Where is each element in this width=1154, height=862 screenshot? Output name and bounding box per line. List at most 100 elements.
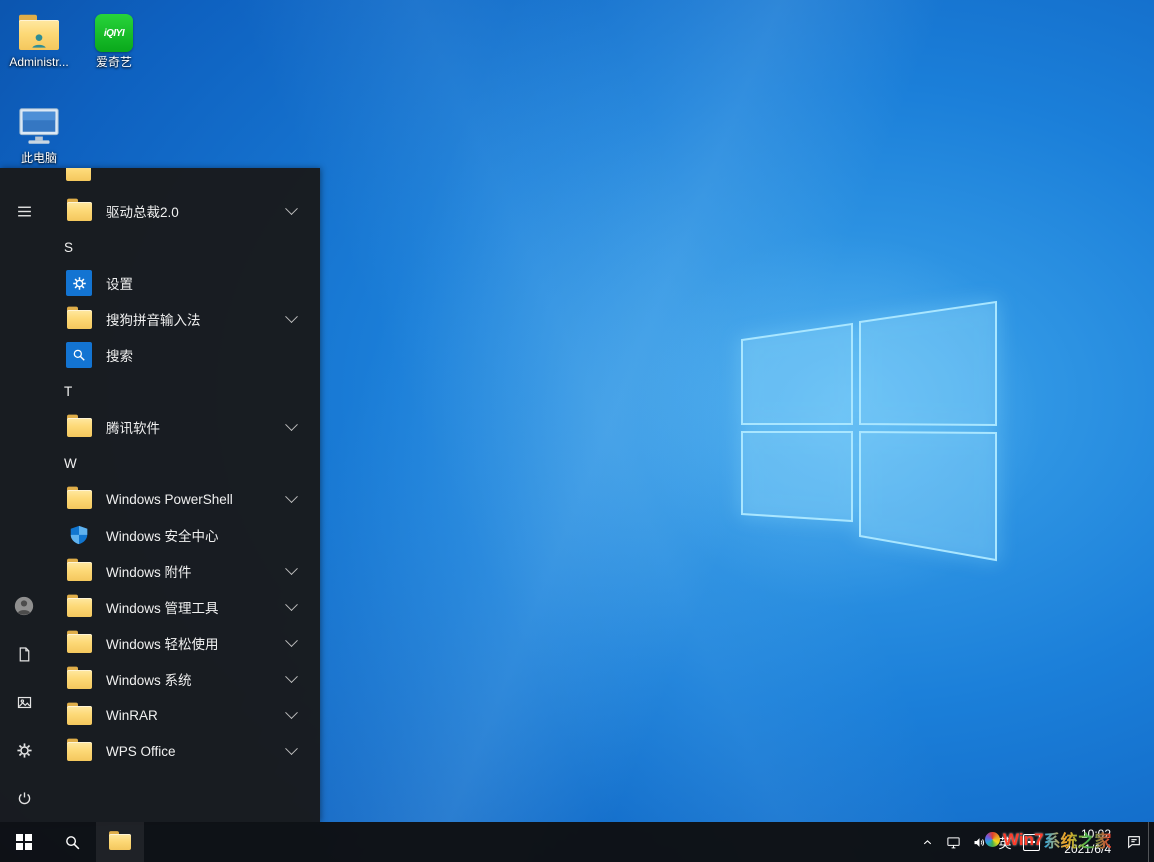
pictures-button[interactable] (0, 678, 48, 726)
chevron-down-icon[interactable] (285, 562, 298, 575)
folder-icon (67, 670, 92, 689)
chevron-down-icon[interactable] (285, 490, 298, 503)
start-app-item[interactable]: Windows 系统 (48, 661, 320, 697)
desktop-icon-this-pc[interactable]: 此电脑 (2, 102, 76, 165)
user-account-button[interactable] (0, 582, 48, 630)
start-app-item[interactable]: 搜索 (48, 337, 320, 373)
chevron-down-icon[interactable] (285, 310, 298, 323)
folder-icon (67, 706, 92, 725)
start-app-item[interactable]: WPS Office (48, 733, 320, 769)
person-icon (29, 31, 49, 51)
search-app-icon (66, 342, 92, 368)
ime-mode-button[interactable] (1018, 822, 1044, 862)
hamburger-menu-icon (16, 203, 33, 220)
app-label: 搜狗拼音输入法 (106, 309, 201, 329)
start-menu-rail (0, 168, 48, 822)
desktop-icon-label: 此电脑 (2, 152, 76, 165)
start-menu: 驱动总裁2.0 S 设置搜狗拼音输入法搜索 T 腾讯软件 W Windows PowerSh… (0, 168, 320, 822)
chevron-down-icon[interactable] (285, 706, 298, 719)
start-app-list: 驱动总裁2.0 S 设置搜狗拼音输入法搜索 T 腾讯软件 W Windows PowerSh… (48, 193, 320, 769)
iqiyi-icon: iQIYI (95, 14, 133, 52)
start-button[interactable] (0, 822, 48, 862)
ime-language-indicator[interactable]: 英 (992, 822, 1018, 862)
chevron-down-icon[interactable] (285, 202, 298, 215)
app-label: Windows 管理工具 (106, 597, 219, 617)
app-label: 驱动总裁2.0 (106, 201, 179, 221)
start-app-item[interactable]: Windows 管理工具 (48, 589, 320, 625)
ime-mode-icon (1023, 834, 1040, 851)
network-status-button[interactable] (940, 822, 966, 862)
windows-start-icon (16, 834, 32, 850)
settings-button[interactable] (0, 726, 48, 774)
chevron-down-icon[interactable] (285, 742, 298, 755)
chevron-down-icon[interactable] (285, 598, 298, 611)
settings-gear-icon (66, 270, 92, 296)
start-app-item[interactable]: Windows 安全中心 (48, 517, 320, 553)
folder-icon (67, 310, 92, 329)
folder-icon (67, 742, 92, 761)
desktop-icon-label: 爱奇艺 (77, 56, 151, 69)
chevron-down-icon[interactable] (285, 634, 298, 647)
start-app-item[interactable]: 驱动总裁2.0 (48, 193, 320, 229)
pictures-icon (16, 694, 33, 711)
chevron-down-icon[interactable] (285, 670, 298, 683)
power-button[interactable] (0, 774, 48, 822)
network-ethernet-icon (946, 835, 961, 850)
folder-icon (67, 634, 92, 653)
app-label: WinRAR (106, 708, 158, 723)
show-desktop-strip[interactable] (1148, 822, 1154, 862)
search-icon (64, 834, 81, 851)
app-section-header[interactable]: W (48, 445, 320, 481)
app-section-header[interactable]: T (48, 373, 320, 409)
folder-icon (67, 598, 92, 617)
file-explorer-icon (109, 834, 131, 850)
tray-date: 2021/6/4 (1064, 842, 1111, 857)
action-center-button[interactable] (1120, 822, 1148, 862)
folder-icon (67, 562, 92, 581)
app-label: Windows PowerShell (106, 492, 233, 507)
documents-icon (16, 646, 33, 663)
computer-icon (16, 104, 62, 148)
taskbar-clock[interactable]: 10:02 2021/6/4 (1044, 822, 1120, 862)
start-app-item[interactable]: WinRAR (48, 697, 320, 733)
gear-icon (16, 742, 33, 759)
desktop-icon-administrator[interactable]: Administr... (2, 6, 76, 69)
tray-expand-button[interactable] (914, 822, 940, 862)
app-section-header[interactable]: S (48, 229, 320, 265)
start-app-item[interactable]: 腾讯软件 (48, 409, 320, 445)
start-app-item[interactable]: 设置 (48, 265, 320, 301)
app-label: 搜索 (106, 345, 133, 365)
tray-time: 10:02 (1081, 827, 1111, 842)
start-app-item[interactable]: Windows PowerShell (48, 481, 320, 517)
expand-menu-button[interactable] (0, 187, 48, 235)
app-label: WPS Office (106, 744, 176, 759)
folder-icon (67, 418, 92, 437)
app-label: 设置 (106, 273, 133, 293)
desktop-icon-label: Administr... (2, 56, 76, 69)
speaker-icon (972, 835, 987, 850)
folder-icon (67, 202, 92, 221)
start-app-item[interactable]: Windows 轻松使用 (48, 625, 320, 661)
start-app-item-partial[interactable] (66, 168, 91, 186)
action-center-icon (1126, 834, 1142, 850)
chevron-up-icon (921, 836, 934, 849)
security-shield-icon (68, 523, 90, 547)
power-icon (16, 790, 33, 807)
desktop-icon-iqiyi[interactable]: iQIYI 爱奇艺 (77, 6, 151, 69)
start-app-item[interactable]: 搜狗拼音输入法 (48, 301, 320, 337)
documents-button[interactable] (0, 630, 48, 678)
windows-hero-logo (700, 278, 1020, 578)
user-avatar-icon (13, 595, 35, 617)
system-tray: 英 10:02 2021/6/4 (914, 822, 1154, 862)
app-label: Windows 安全中心 (106, 525, 219, 545)
folder-icon (66, 168, 91, 181)
taskbar-search-button[interactable] (48, 822, 96, 862)
volume-button[interactable] (966, 822, 992, 862)
taskbar: 英 10:02 2021/6/4 (0, 822, 1154, 862)
start-app-item[interactable]: Windows 附件 (48, 553, 320, 589)
app-label: 腾讯软件 (106, 417, 160, 437)
screen: Administr... iQIYI 爱奇艺 此电脑 (0, 0, 1154, 862)
user-folder-icon (19, 20, 59, 52)
chevron-down-icon[interactable] (285, 418, 298, 431)
file-explorer-button[interactable] (96, 822, 144, 862)
